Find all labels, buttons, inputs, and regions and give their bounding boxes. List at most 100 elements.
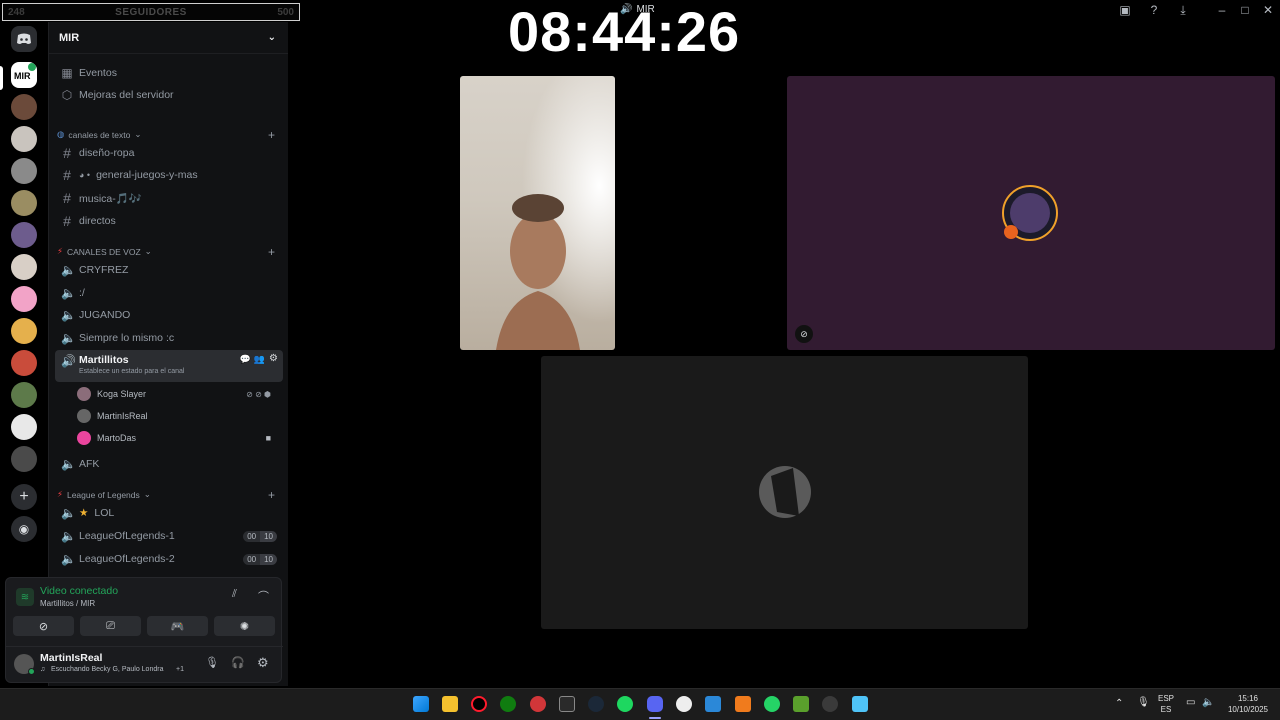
gear-icon[interactable]: ⚙ <box>257 655 269 671</box>
server-avatar-icon[interactable] <box>11 190 37 216</box>
add-channel-icon[interactable]: + <box>268 128 275 142</box>
voice-member[interactable]: MartoDas ■ <box>77 428 277 448</box>
discord-home-icon[interactable] <box>11 26 37 52</box>
user-area[interactable]: MartinIsReal ♫ Escuchando Becky G, Paulo… <box>14 652 194 678</box>
file-explorer-icon[interactable] <box>442 696 458 712</box>
speaker-icon: 🔈 <box>61 506 76 520</box>
channel-status[interactable]: Establece un estado para el canal <box>79 368 184 375</box>
notepad-icon[interactable] <box>852 696 868 712</box>
chevron-down-icon: ⌄ <box>144 246 152 256</box>
server-avatar-icon[interactable] <box>11 286 37 312</box>
maximize-button[interactable]: □ <box>1237 3 1253 17</box>
voice-channel-item[interactable]: 🔈 :/ <box>55 282 283 304</box>
category-text-channels[interactable]: ◍ canales de texto ⌄ + <box>57 128 281 142</box>
epic-games-icon[interactable] <box>559 696 575 712</box>
speaker-icon: 🔈 <box>61 286 76 300</box>
obs-icon[interactable] <box>676 696 692 712</box>
app-icon[interactable] <box>705 696 721 712</box>
tray-chevron-icon[interactable]: ⌃ <box>1115 698 1123 709</box>
emoji-icon: ◕ • <box>79 170 91 180</box>
headphones-icon[interactable]: 🎧 <box>231 656 245 669</box>
voice-channel-item[interactable]: 🔈 Siempre lo mismo :c <box>55 327 283 349</box>
server-header[interactable]: MIR ⌄ <box>49 22 288 54</box>
add-server-icon[interactable]: + <box>11 484 37 510</box>
app-icon[interactable] <box>822 696 838 712</box>
sidebar-item-events[interactable]: ▦ Eventos <box>55 62 283 84</box>
noise-suppression-icon[interactable]: ⫽ <box>232 588 237 601</box>
avatar-video-tile[interactable]: ⊘ <box>787 76 1275 350</box>
sidebar-item-boosts[interactable]: ⬡ Mejoras del servidor <box>55 84 283 106</box>
opera-gx-icon[interactable] <box>471 696 487 712</box>
clock-date[interactable]: 15:16 10/10/2025 <box>1226 693 1270 715</box>
riot-client-icon[interactable] <box>530 696 546 712</box>
close-button[interactable]: ✕ <box>1260 3 1276 17</box>
server-avatar-icon[interactable] <box>11 94 37 120</box>
voice-location[interactable]: Martillitos / MIR <box>40 599 95 608</box>
soundboard-button[interactable]: ✺ <box>214 616 275 636</box>
minimize-button[interactable]: – <box>1214 3 1230 17</box>
microphone-tray-icon[interactable]: 🎙 <box>1137 697 1150 708</box>
voice-member[interactable]: MartinIsReal <box>77 406 277 426</box>
camera-toggle-button[interactable]: ⊘ <box>13 616 74 636</box>
app-icon[interactable] <box>735 696 751 712</box>
discord-icon[interactable] <box>647 696 663 712</box>
server-avatar-icon[interactable] <box>11 382 37 408</box>
server-avatar-icon[interactable] <box>11 318 37 344</box>
disconnect-icon[interactable]: ⌒ <box>258 588 269 604</box>
server-avatar-icon[interactable] <box>11 254 37 280</box>
star-icon: ★ <box>79 507 89 519</box>
channel-item[interactable]: # directos <box>55 210 283 232</box>
server-avatar-icon[interactable] <box>11 158 37 184</box>
spotify-icon[interactable] <box>617 696 633 712</box>
network-icon[interactable]: ▭ <box>1186 697 1195 708</box>
xbox-icon[interactable] <box>500 696 516 712</box>
category-voice-channels[interactable]: ⚡ CANALES DE VOZ ⌄ + <box>57 245 281 259</box>
speaker-icon: 🔈 <box>61 331 76 345</box>
help-icon[interactable]: ? <box>1146 3 1162 17</box>
inbox-icon[interactable]: ▣ <box>1117 3 1133 17</box>
server-mir-icon[interactable]: MIR <box>11 62 37 88</box>
add-channel-icon[interactable]: + <box>268 488 275 502</box>
channel-item[interactable]: # ◕ • general-juegos-y-mas <box>55 164 283 186</box>
volume-icon[interactable]: 🔈 <box>1202 697 1214 708</box>
steam-icon[interactable] <box>588 696 604 712</box>
active-voice-channel[interactable]: 🔊 Martillitos Establece un estado para e… <box>55 350 283 382</box>
voice-channel-item[interactable]: 🔈 AFK <box>55 453 283 475</box>
voice-channel-item[interactable]: 🔈 CRYFREZ <box>55 259 283 281</box>
voice-member[interactable]: Koga Slayer ⊘ ⊘ ⬢ <box>77 384 277 404</box>
activities-button[interactable]: 🎮 <box>147 616 208 636</box>
server-avatar-icon[interactable] <box>11 350 37 376</box>
windows-start-icon[interactable] <box>413 696 429 712</box>
voice-channel-item[interactable]: 🔈 LeagueOfLegends-2 00 10 <box>55 548 283 570</box>
whatsapp-icon[interactable] <box>764 696 780 712</box>
speaker-icon: 🔈 <box>61 529 76 543</box>
channel-item[interactable]: # diseño-ropa <box>55 142 283 164</box>
server-avatar-icon[interactable] <box>11 446 37 472</box>
participant-avatar <box>1002 185 1058 241</box>
microphone-icon[interactable]: 🎙 <box>205 656 219 669</box>
screen-share-button[interactable]: ⎚ <box>80 616 141 636</box>
language-indicator[interactable]: ESP ES <box>1158 693 1174 715</box>
voice-status[interactable]: Video conectado <box>40 585 118 597</box>
gear-icon[interactable]: ⚙ <box>269 353 278 364</box>
add-channel-icon[interactable]: + <box>268 245 275 259</box>
server-avatar-icon[interactable] <box>11 126 37 152</box>
webcam-video-tile[interactable] <box>460 76 615 350</box>
calendar-icon: ▦ <box>61 66 73 80</box>
chevron-down-icon: ⌄ <box>267 32 276 43</box>
voice-channel-item[interactable]: 🔈 LeagueOfLegends-1 00 10 <box>55 525 283 547</box>
voice-channel-item[interactable]: 🔈 JUGANDO <box>55 304 283 326</box>
invite-icon[interactable]: 👥 <box>254 354 265 365</box>
hash-icon: # <box>63 190 71 206</box>
stream-video-tile[interactable] <box>541 356 1028 629</box>
category-league[interactable]: ⚡ League of Legends ⌄ + <box>57 488 281 502</box>
voice-channel-item[interactable]: 🔈 ★ LOL <box>55 502 283 524</box>
server-avatar-icon[interactable] <box>11 414 37 440</box>
download-icon[interactable]: ⤓ <box>1175 3 1191 18</box>
chat-icon[interactable]: 💬 <box>240 354 251 365</box>
minecraft-icon[interactable] <box>793 696 809 712</box>
explore-icon[interactable]: ◉ <box>11 516 37 542</box>
activity-extra: +1 <box>176 666 184 673</box>
server-avatar-icon[interactable] <box>11 222 37 248</box>
channel-item[interactable]: # musica-🎵🎶 <box>55 187 283 209</box>
